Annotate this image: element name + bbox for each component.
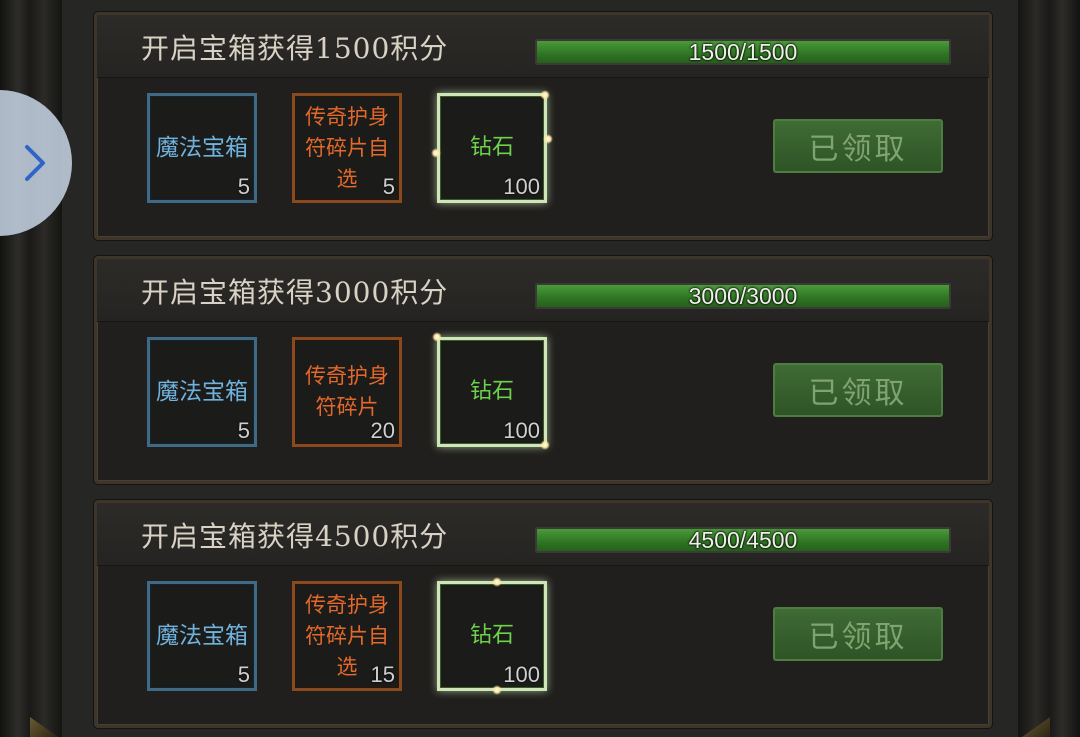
chevron-right-icon: [25, 145, 45, 181]
claimed-button[interactable]: 已领取: [773, 119, 943, 173]
reward-item-diamond[interactable]: 钻石 100: [437, 577, 547, 695]
sparkle-effect: [540, 90, 550, 100]
reward-item-amulet-fragment[interactable]: 传奇护身符碎片自选 15: [292, 581, 402, 691]
item-count: 5: [237, 418, 250, 443]
item-count: 5: [382, 174, 395, 199]
sparkle-effect: [431, 148, 441, 158]
reward-panel: 开启宝箱获得4500积分 4500/4500 魔法宝箱 5 传奇护身符碎片自选 …: [94, 500, 992, 728]
progress-bar: 3000/3000: [535, 283, 951, 309]
item-count: 20: [370, 418, 395, 443]
reward-item-magic-chest[interactable]: 魔法宝箱 5: [147, 93, 257, 203]
reward-item-magic-chest[interactable]: 魔法宝箱 5: [147, 337, 257, 447]
reward-panel-header: 开启宝箱获得3000积分 3000/3000: [97, 259, 989, 322]
progress-bar: 4500/4500: [535, 527, 951, 553]
claimed-button[interactable]: 已领取: [773, 607, 943, 661]
reward-panel: 开启宝箱获得3000积分 3000/3000 魔法宝箱 5 传奇护身符碎片 20…: [94, 256, 992, 484]
reward-title: 开启宝箱获得1500积分: [141, 32, 449, 65]
reward-item-amulet-fragment[interactable]: 传奇护身符碎片 20: [292, 337, 402, 447]
sparkle-effect: [540, 440, 550, 450]
reward-panel-header: 开启宝箱获得1500积分 1500/1500: [97, 15, 989, 78]
progress-text: 4500/4500: [688, 527, 798, 553]
reward-title: 开启宝箱获得4500积分: [141, 520, 449, 553]
progress-bar: 1500/1500: [535, 39, 951, 65]
right-border: [1018, 0, 1080, 737]
claimed-button[interactable]: 已领取: [773, 363, 943, 417]
item-count: 15: [370, 662, 395, 687]
reward-title: 开启宝箱获得3000积分: [141, 276, 449, 309]
progress-text: 1500/1500: [688, 39, 798, 65]
item-count: 100: [503, 418, 540, 443]
sparkle-effect: [492, 685, 502, 695]
reward-panel-header: 开启宝箱获得4500积分 4500/4500: [97, 503, 989, 566]
reward-item-diamond[interactable]: 钻石 100: [432, 332, 550, 450]
game-frame: 开启宝箱获得1500积分 1500/1500 魔法宝箱 5 传奇护身符碎片自选 …: [0, 0, 1080, 737]
sparkle-effect: [432, 332, 442, 342]
reward-item-magic-chest[interactable]: 魔法宝箱 5: [147, 581, 257, 691]
reward-panel: 开启宝箱获得1500积分 1500/1500 魔法宝箱 5 传奇护身符碎片自选 …: [94, 12, 992, 240]
reward-item-diamond[interactable]: 钻石 100: [431, 90, 553, 203]
sparkle-effect: [543, 134, 553, 144]
sparkle-effect: [492, 577, 502, 587]
reward-item-amulet-fragment[interactable]: 传奇护身符碎片自选 5: [292, 93, 402, 203]
item-count: 100: [503, 662, 540, 687]
progress-text: 3000/3000: [688, 283, 798, 309]
item-count: 100: [503, 174, 540, 199]
item-count: 5: [237, 662, 250, 687]
item-count: 5: [237, 174, 250, 199]
